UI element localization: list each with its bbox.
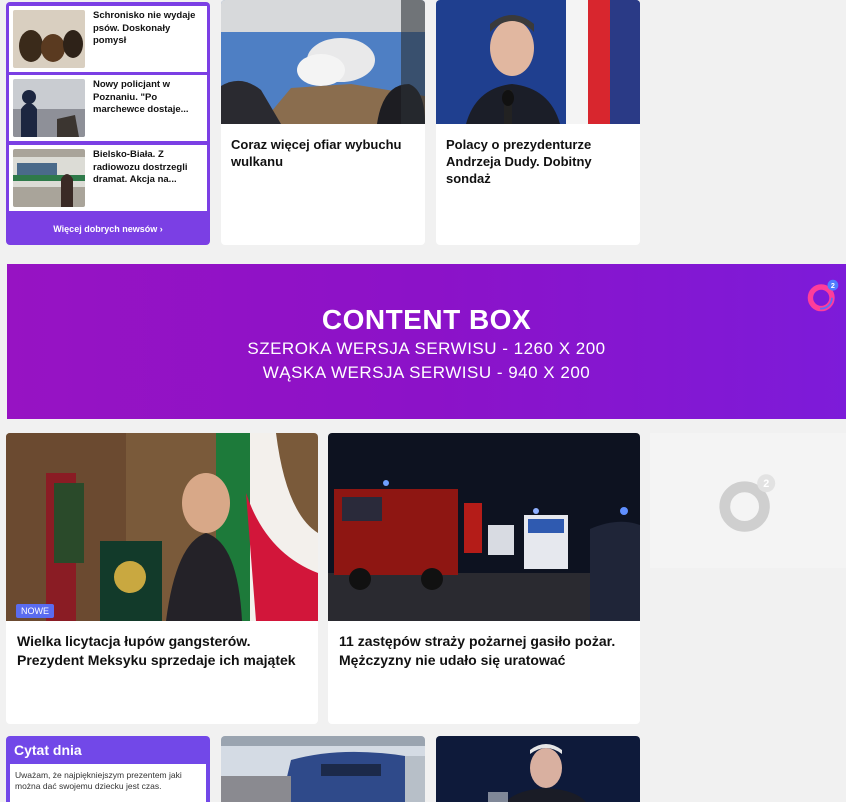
- train-image: [221, 736, 425, 802]
- good-news-item[interactable]: Nowy policjant w Poznaniu. "Po marchewce…: [9, 75, 207, 141]
- good-news-item[interactable]: Schronisko nie wydaje psów. Doskonały po…: [9, 6, 207, 72]
- more-good-news-link[interactable]: Więcej dobrych newsów ›: [6, 214, 210, 245]
- card-headline: Polacy o prezydenturze Andrzeja Dudy. Do…: [446, 137, 592, 186]
- news-card[interactable]: Polacy o prezydenturze Andrzeja Dudy. Do…: [436, 0, 640, 245]
- o2-logo-icon: 2: [807, 279, 839, 312]
- new-badge: NOWE: [16, 604, 54, 618]
- news-item-title: Nowy policjant w Poznaniu. "Po marchewce…: [93, 79, 189, 115]
- politician-image: [436, 736, 640, 802]
- content-box-title: CONTENT BOX: [321, 304, 532, 335]
- content-box-line2: WĄSKA WERSJA SERWISU - 940 X 200: [262, 363, 591, 382]
- content-box-line1: SZEROKA WERSJA SERWISU - 1260 X 200: [247, 339, 606, 358]
- card-headline: Wielka licytacja łupów gangsterów. Prezy…: [17, 633, 296, 668]
- news-card[interactable]: [436, 736, 640, 802]
- quote-title: Cytat dnia: [14, 742, 82, 758]
- quote-box[interactable]: Cytat dnia Uważam, że najpiękniejszym pr…: [6, 736, 210, 802]
- quote-text: Uważam, że najpiękniejszym prezentem jak…: [15, 770, 182, 791]
- card-headline: 11 zastępów straży pożarnej gasiło pożar…: [339, 633, 616, 668]
- volcano-image: [221, 0, 425, 124]
- o2-logo-icon: 2: [719, 474, 776, 532]
- quote-body: Uważam, że najpiękniejszym prezentem jak…: [10, 764, 206, 802]
- mexico-president-image: [6, 433, 318, 621]
- ad-placeholder: 2: [650, 433, 846, 568]
- news-thumbnail: [13, 149, 85, 207]
- news-item-title: Schronisko nie wydaje psów. Doskonały po…: [93, 10, 196, 46]
- news-card[interactable]: Coraz więcej ofiar wybuchu wulkanu: [221, 0, 425, 245]
- logo-mark: 2: [831, 281, 835, 290]
- news-thumbnail: [13, 79, 85, 137]
- president-image: [436, 0, 640, 124]
- ad-placeholder: [650, 0, 846, 143]
- card-headline: Coraz więcej ofiar wybuchu wulkanu: [231, 137, 402, 169]
- news-card[interactable]: 11 zastępów straży pożarnej gasiło pożar…: [328, 433, 640, 724]
- news-card[interactable]: [221, 736, 425, 802]
- fire-trucks-image: [328, 433, 640, 621]
- news-card[interactable]: NOWE Wielka licytacja łupów gangsterów. …: [6, 433, 318, 724]
- good-news-item[interactable]: Bielsko-Biała. Z radiowozu dostrzegli dr…: [9, 145, 207, 211]
- news-item-title: Bielsko-Biała. Z radiowozu dostrzegli dr…: [93, 149, 188, 185]
- news-thumbnail: [13, 10, 85, 68]
- logo-mark: 2: [763, 478, 769, 490]
- content-box-banner[interactable]: CONTENT BOX SZEROKA WERSJA SERWISU - 126…: [7, 264, 846, 419]
